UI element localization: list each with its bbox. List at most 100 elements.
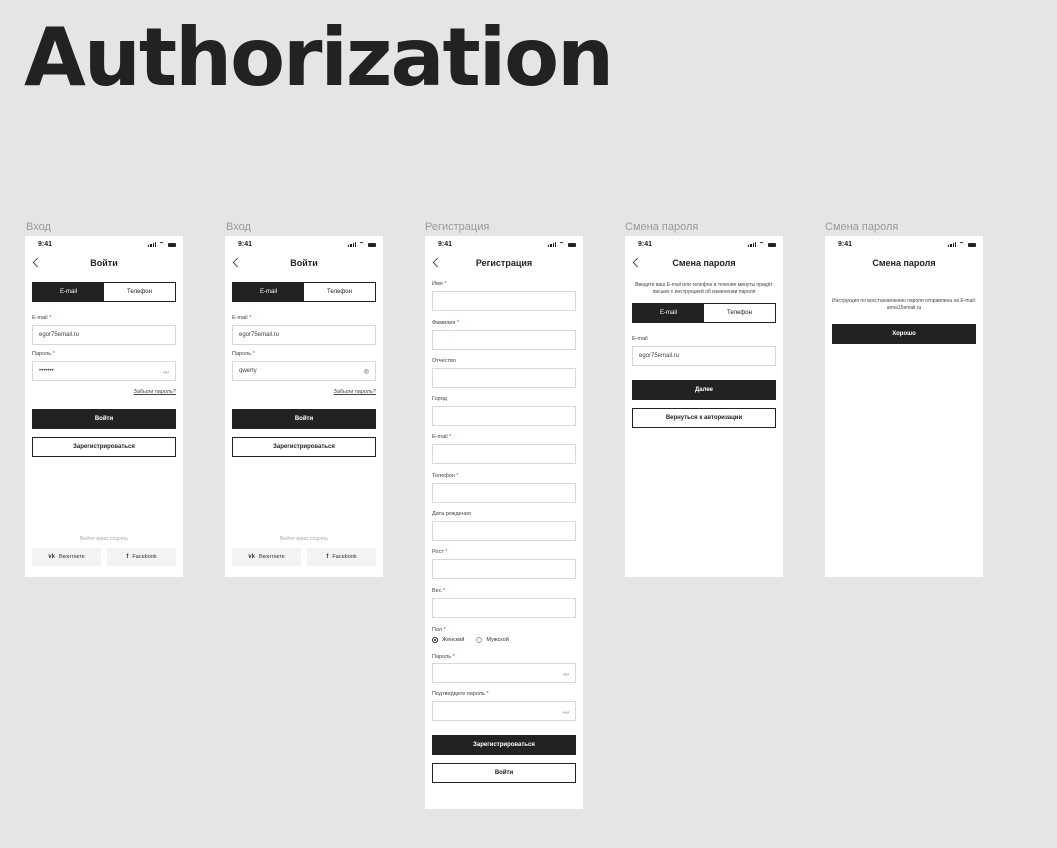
status-bar: 9:41: [225, 239, 383, 251]
last-name-label: Фамилия *: [432, 320, 460, 326]
status-time: 9:41: [38, 241, 53, 248]
tab-phone[interactable]: Телефон: [104, 283, 175, 301]
battery-icon: [768, 243, 776, 247]
eye-open-icon[interactable]: ◎: [364, 368, 369, 375]
battery-icon: [368, 243, 376, 247]
frame-label-reset-1: Смена пароля: [625, 221, 699, 233]
reset-success-text: Инструкция по восстановлению пароля отпр…: [832, 298, 976, 311]
password-label: Пароль *: [32, 351, 55, 357]
status-bar: 9:41: [625, 239, 783, 251]
frame-label-login-1: Вход: [26, 221, 51, 233]
gender-radio-group: Женский Мужской: [432, 637, 509, 643]
eye-closed-icon[interactable]: 〰: [563, 670, 569, 679]
weight-label: Вес *: [432, 588, 446, 594]
status-bar: 9:41: [825, 239, 983, 251]
confirm-password-field[interactable]: 〰: [432, 701, 576, 721]
birthdate-label: Дата рождения: [432, 511, 471, 517]
email-field[interactable]: [432, 444, 576, 464]
eye-closed-icon[interactable]: 〰: [563, 708, 569, 717]
password-field[interactable]: 〰: [432, 663, 576, 683]
screen-title: Смена пароля: [672, 258, 736, 268]
frame-label-login-2: Вход: [226, 221, 251, 233]
status-bar: 9:41: [25, 239, 183, 251]
password-label: Пароль *: [232, 351, 255, 357]
first-name-field[interactable]: [432, 291, 576, 311]
birthdate-field[interactable]: [432, 521, 576, 541]
battery-icon: [168, 243, 176, 247]
back-to-login-button[interactable]: Вернуться к авторизации: [632, 408, 776, 428]
status-bar: 9:41: [425, 239, 583, 251]
frame-label-register: Регистрация: [425, 221, 490, 233]
screen-title: Регистрация: [475, 258, 533, 268]
email-label: E-mail *: [232, 315, 252, 321]
wifi-icon: [359, 242, 365, 247]
facebook-icon: f: [126, 554, 129, 560]
city-field[interactable]: [432, 406, 576, 426]
register-button[interactable]: Зарегистрироваться: [232, 437, 376, 457]
status-time: 9:41: [238, 241, 253, 248]
battery-icon: [968, 243, 976, 247]
email-field[interactable]: egor75email.ru: [232, 325, 376, 345]
eye-closed-icon[interactable]: 〰: [163, 368, 169, 377]
tab-phone[interactable]: Телефон: [304, 283, 375, 301]
reset-instruction-text: Введите ваш E-mail или телефон в течение…: [635, 282, 773, 295]
first-name-label: Имя *: [432, 281, 447, 287]
login-button[interactable]: Войти: [32, 409, 176, 429]
email-field[interactable]: egor75email.ru: [632, 346, 776, 366]
wifi-icon: [759, 242, 765, 247]
weight-field[interactable]: [432, 598, 576, 618]
phone-label: Телефон *: [432, 473, 459, 479]
next-button[interactable]: Далее: [632, 380, 776, 400]
vk-icon: vk: [248, 554, 255, 560]
social-caption: Войти через соцсеть: [79, 536, 129, 542]
login-button[interactable]: Войти: [232, 409, 376, 429]
forgot-password-link[interactable]: Забыли пароль?: [334, 389, 376, 395]
city-label: Город: [432, 396, 447, 402]
screen-title: Войти: [290, 258, 318, 268]
confirm-password-label: Подтвердите пароль *: [432, 691, 489, 697]
vk-icon: vk: [48, 554, 55, 560]
auth-method-tabs: E-mail Телефон: [32, 282, 176, 302]
signal-icon: [148, 242, 156, 247]
password-field[interactable]: qwerty ◎: [232, 361, 376, 381]
status-time: 9:41: [638, 241, 653, 248]
auth-method-tabs: E-mail Телефон: [632, 303, 776, 323]
status-time: 9:41: [438, 241, 453, 248]
screen-title: Смена пароля: [872, 258, 936, 268]
gender-female-radio[interactable]: Женский: [432, 637, 464, 643]
gender-male-radio[interactable]: Мужской: [476, 637, 509, 643]
screen-title: Войти: [90, 258, 118, 268]
forgot-password-link[interactable]: Забыли пароль?: [134, 389, 176, 395]
gender-label: Пол *: [432, 627, 446, 633]
phone-login-1: 9:41 Войти E-mail Телефон E-mail * egor7…: [25, 236, 183, 577]
ok-button[interactable]: Хорошо: [832, 324, 976, 344]
email-label: E-mail *: [432, 434, 452, 440]
register-button[interactable]: Зарегистрироваться: [432, 735, 576, 755]
board-title: Authorization: [24, 11, 614, 104]
login-button[interactable]: Войти: [432, 763, 576, 783]
tab-phone[interactable]: Телефон: [704, 304, 775, 322]
auth-method-tabs: E-mail Телефон: [232, 282, 376, 302]
height-label: Рост *: [432, 549, 448, 555]
battery-icon: [568, 243, 576, 247]
tab-email[interactable]: E-mail: [233, 283, 304, 301]
last-name-field[interactable]: [432, 330, 576, 350]
register-button[interactable]: Зарегистрироваться: [32, 437, 176, 457]
height-field[interactable]: [432, 559, 576, 579]
facebook-button[interactable]: f Facebook: [307, 548, 376, 566]
patronymic-field[interactable]: [432, 368, 576, 388]
tab-email[interactable]: E-mail: [33, 283, 104, 301]
phone-field[interactable]: [432, 483, 576, 503]
signal-icon: [948, 242, 956, 247]
status-time: 9:41: [838, 241, 853, 248]
patronymic-label: Отчество: [432, 358, 456, 364]
signal-icon: [348, 242, 356, 247]
phone-reset-success: 9:41 Смена пароля Инструкция по восстано…: [825, 236, 983, 577]
facebook-button[interactable]: f Facebook: [107, 548, 176, 566]
signal-icon: [548, 242, 556, 247]
tab-email[interactable]: E-mail: [633, 304, 704, 322]
password-field[interactable]: ••••••• 〰: [32, 361, 176, 381]
email-field[interactable]: egor75email.ru: [32, 325, 176, 345]
vk-button[interactable]: vk Вконтакте: [232, 548, 301, 566]
vk-button[interactable]: vk Вконтакте: [32, 548, 101, 566]
